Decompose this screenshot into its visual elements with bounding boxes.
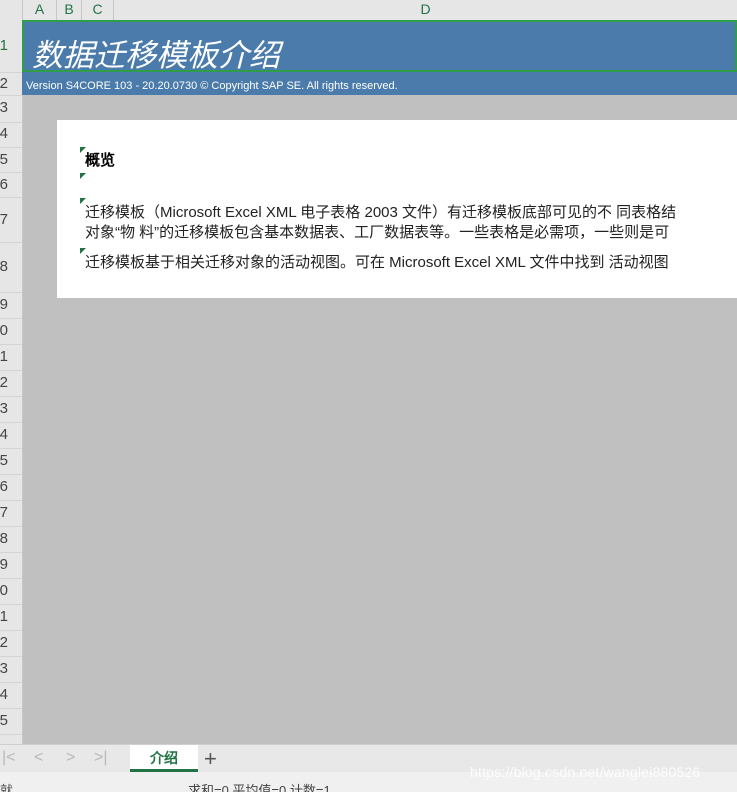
sheet-tab-intro[interactable]: 介绍 xyxy=(130,745,198,772)
row-header-8[interactable]: 8 xyxy=(0,258,8,275)
column-header-b[interactable]: B xyxy=(57,0,82,20)
column-header-a[interactable]: A xyxy=(23,0,57,20)
row-header-21[interactable]: 21 xyxy=(0,608,8,625)
row-header-13[interactable]: 3 xyxy=(0,400,8,417)
ready-status: 就 xyxy=(0,783,14,792)
row-divider xyxy=(0,197,22,198)
row-divider xyxy=(0,172,22,173)
row-header-16[interactable]: 6 xyxy=(0,478,8,495)
version-text: Version S4CORE 103 - 20.20.0730 © Copyri… xyxy=(26,80,398,92)
row-divider xyxy=(0,448,22,449)
row-divider xyxy=(0,72,22,73)
comment-marker xyxy=(80,173,86,179)
overview-panel: 概览 迁移模板（Microsoft Excel XML 电子表格 2003 文件… xyxy=(57,120,737,298)
row-divider xyxy=(0,552,22,553)
row-header-10[interactable]: 0 xyxy=(0,322,8,339)
title-banner[interactable]: 数据迁移模板介绍 xyxy=(22,20,737,74)
row-header-22[interactable]: 22 xyxy=(0,634,8,651)
overview-text-line-3[interactable]: 迁移模板基于相关迁移对象的活动视图。可在 Microsoft Excel XML… xyxy=(85,251,669,272)
row-divider xyxy=(0,370,22,371)
row-divider xyxy=(0,682,22,683)
row-header-6[interactable]: 6 xyxy=(0,176,8,193)
row-divider xyxy=(0,396,22,397)
page-title: 数据迁移模板介绍 xyxy=(32,38,280,74)
row-header-20[interactable]: 20 xyxy=(0,582,8,599)
row-header-14[interactable]: 4 xyxy=(0,426,8,443)
row-header-17[interactable]: 7 xyxy=(0,504,8,521)
row-divider xyxy=(0,578,22,579)
row-header-15[interactable]: 5 xyxy=(0,452,8,469)
row-header-5[interactable]: 5 xyxy=(0,151,8,168)
select-all-corner[interactable] xyxy=(0,0,23,20)
previous-sheet-button[interactable]: < xyxy=(34,749,43,767)
row-divider xyxy=(0,318,22,319)
row-divider xyxy=(0,122,22,123)
column-header-c[interactable]: C xyxy=(82,0,114,20)
row-divider xyxy=(0,422,22,423)
row-header-18[interactable]: 8 xyxy=(0,530,8,547)
row-divider xyxy=(0,292,22,293)
column-header-d[interactable]: D xyxy=(114,0,737,20)
row-header-4[interactable]: 4 xyxy=(0,125,8,142)
row-divider xyxy=(0,500,22,501)
add-sheet-icon[interactable]: + xyxy=(204,746,217,772)
row-header-19[interactable]: 9 xyxy=(0,556,8,573)
last-sheet-button[interactable]: >| xyxy=(94,749,108,767)
row-header-9[interactable]: 9 xyxy=(0,296,8,313)
row-divider xyxy=(0,656,22,657)
row-divider xyxy=(0,344,22,345)
row-header-7[interactable]: 7 xyxy=(0,211,8,228)
overview-text-line-1[interactable]: 迁移模板（Microsoft Excel XML 电子表格 2003 文件）有迁… xyxy=(85,201,676,222)
row-header-24[interactable]: 24 xyxy=(0,686,8,703)
row-header-12[interactable]: 2 xyxy=(0,374,8,391)
version-bar[interactable]: Version S4CORE 103 - 20.20.0730 © Copyri… xyxy=(22,72,737,95)
row-divider xyxy=(0,526,22,527)
row-header: 1234567890123456789202122232425 xyxy=(0,20,23,744)
overview-text-line-2[interactable]: 对象“物 料”的迁移模板包含基本数据表、工厂数据表等。一些表格是必需项，一些则是… xyxy=(85,221,669,242)
row-divider xyxy=(0,147,22,148)
overview-heading[interactable]: 概览 xyxy=(85,149,115,170)
watermark-text: https://blog.csdn.net/wanglei880526 xyxy=(470,764,701,780)
row-divider xyxy=(0,708,22,709)
row-divider xyxy=(0,474,22,475)
row-header-1[interactable]: 1 xyxy=(0,37,8,54)
row-header-3[interactable]: 3 xyxy=(0,99,8,116)
row-header-2[interactable]: 2 xyxy=(0,75,8,92)
row-divider xyxy=(0,242,22,243)
row-divider xyxy=(0,95,22,96)
row-header-11[interactable]: 1 xyxy=(0,348,8,365)
column-header: A B C D xyxy=(0,0,737,21)
next-sheet-button[interactable]: > xyxy=(66,749,75,767)
selection-stats[interactable]: 求和=0 平均值=0 计数=1 xyxy=(188,780,331,792)
row-divider xyxy=(0,630,22,631)
row-divider xyxy=(0,734,22,735)
row-header-23[interactable]: 23 xyxy=(0,660,8,677)
first-sheet-button[interactable]: |< xyxy=(2,749,16,767)
row-header-25[interactable]: 25 xyxy=(0,712,8,729)
row-divider xyxy=(0,604,22,605)
